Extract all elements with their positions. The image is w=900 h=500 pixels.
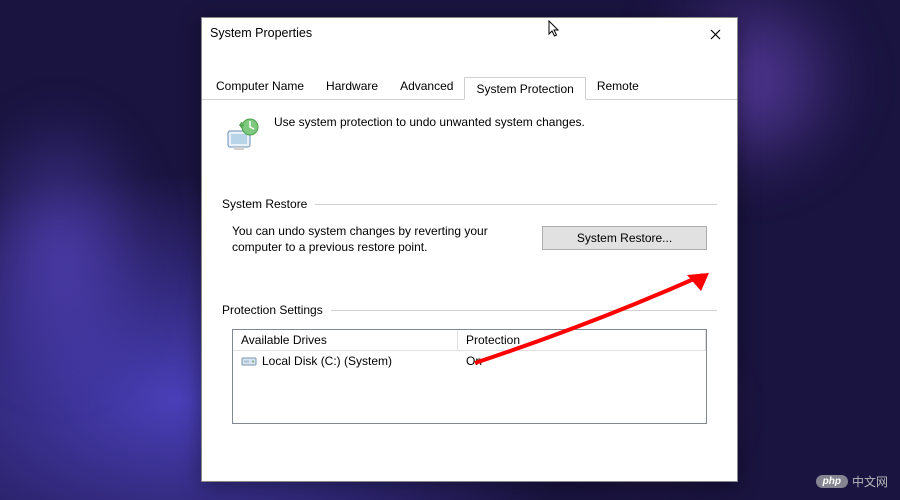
title-bar[interactable]: System Properties [202,18,737,48]
tab-hardware[interactable]: Hardware [315,76,389,99]
tab-content: Use system protection to undo unwanted s… [202,100,737,449]
system-restore-button[interactable]: System Restore... [542,226,707,250]
tab-computer-name[interactable]: Computer Name [205,76,315,99]
tab-bar: Computer Name Hardware Advanced System P… [202,76,737,100]
system-protection-icon [222,115,262,155]
tab-advanced[interactable]: Advanced [389,76,464,99]
system-properties-dialog: System Properties Computer Name Hardware… [201,17,738,482]
protection-status: On [458,351,706,371]
table-header: Available Drives Protection [233,330,706,351]
protection-settings-header: Protection Settings [222,303,717,317]
watermark-badge: php [816,475,848,488]
col-header-protection[interactable]: Protection [458,330,706,351]
system-restore-header: System Restore [222,197,717,211]
watermark-text: 中文网 [852,473,888,490]
protection-table: Available Drives Protection Local Disk [232,329,707,424]
col-header-drives[interactable]: Available Drives [233,330,458,351]
divider [315,204,717,205]
system-restore-label: System Restore [222,197,307,211]
table-row[interactable]: Local Disk (C:) (System) On [233,351,706,371]
system-restore-description: You can undo system changes by reverting… [232,223,524,255]
drive-label: Local Disk (C:) (System) [262,354,392,368]
drive-icon [241,355,257,367]
divider [331,310,717,311]
tab-remote[interactable]: Remote [586,76,650,99]
window-title: System Properties [210,26,729,40]
tab-system-protection[interactable]: System Protection [464,77,585,100]
close-button[interactable] [703,22,727,46]
protection-settings-label: Protection Settings [222,303,323,317]
watermark: php 中文网 [816,473,888,490]
intro-text: Use system protection to undo unwanted s… [274,115,585,129]
